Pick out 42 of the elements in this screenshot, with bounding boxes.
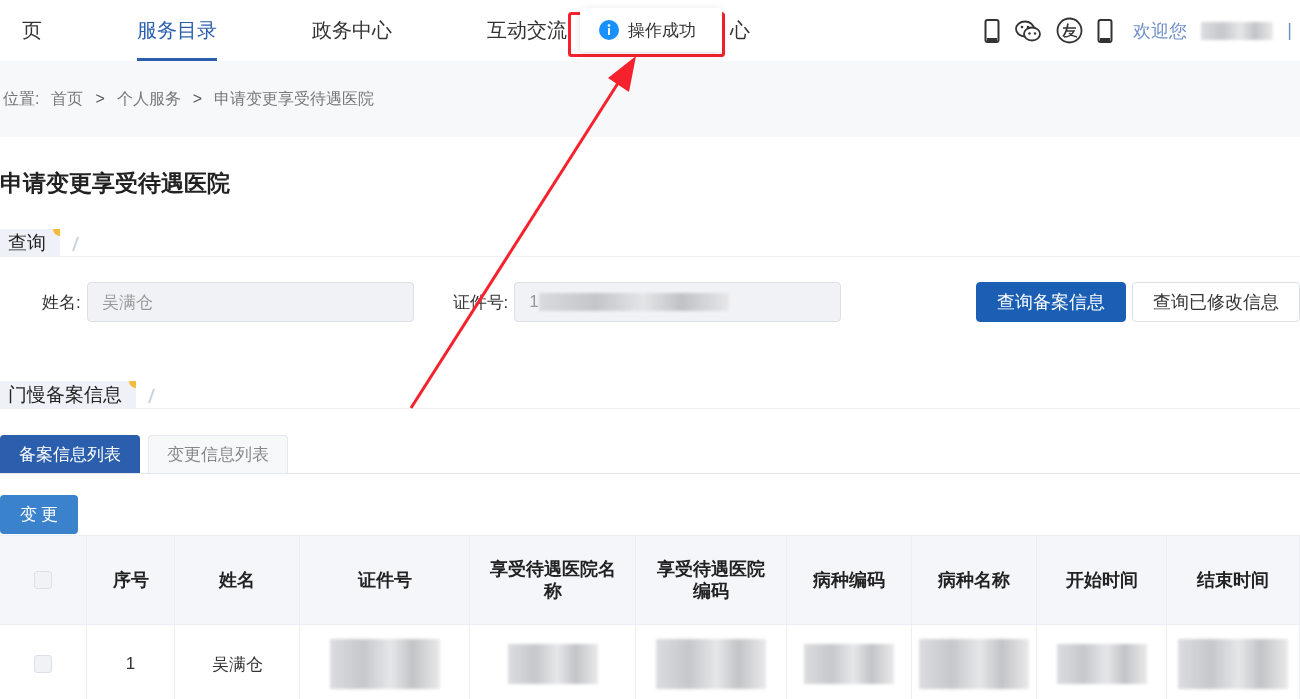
column-header: 病种编码 (813, 569, 885, 591)
nav-item[interactable]: 互动交流 (487, 0, 567, 61)
table-cell-text: 吴满仓 (211, 653, 263, 676)
chat-bubbles-icon[interactable] (1014, 18, 1043, 43)
column-header: 序号 (112, 569, 149, 591)
field-label: 姓名: (42, 291, 81, 314)
query-button[interactable]: 查询已修改信息 (1132, 282, 1300, 322)
section-heading: 查询 (0, 229, 60, 256)
checkbox[interactable] (34, 571, 52, 589)
breadcrumb-link[interactable]: 个人服务 (116, 88, 181, 110)
checkbox[interactable] (34, 655, 52, 673)
section-heading: 门慢备案信息 (0, 381, 136, 408)
column-header: 结束时间 (1197, 569, 1269, 591)
column-header: 享受待遇医院编码 (656, 558, 766, 602)
breadcrumb-link[interactable]: 申请变更享受待遇医院 (214, 88, 375, 110)
phone-icon[interactable] (984, 18, 1001, 43)
column-header: 证件号 (357, 569, 412, 591)
column-header: 姓名 (219, 569, 255, 591)
nav-item[interactable]: 心 (730, 0, 750, 61)
info-icon (599, 20, 619, 40)
column-header: 享受待遇医院名称 (488, 558, 617, 602)
nav-item[interactable]: 页 (22, 0, 42, 61)
breadcrumb-separator: > (95, 90, 105, 108)
breadcrumb-separator: > (192, 90, 203, 108)
column-header: 病种名称 (938, 569, 1010, 591)
query-button[interactable]: 查询备案信息 (976, 282, 1126, 322)
slash-icon (72, 236, 79, 252)
breadcrumb-link[interactable]: 首页 (51, 88, 84, 110)
change-button[interactable]: 变 更 (0, 495, 78, 534)
separator-text: | (1287, 20, 1292, 41)
toast-text: 操作成功 (628, 19, 696, 42)
circle-glyph-icon[interactable] (1056, 17, 1084, 44)
slash-icon (148, 388, 155, 404)
table-cell: 1 (125, 654, 136, 674)
phone-icon[interactable] (1097, 18, 1114, 43)
tab[interactable]: 变更信息列表 (148, 435, 288, 473)
welcome-text: 欢迎您 (1133, 19, 1188, 43)
nav-item[interactable]: 政务中心 (312, 0, 392, 61)
column-header: 开始时间 (1065, 569, 1138, 591)
page-title: 申请变更享受待遇医院 (0, 169, 231, 197)
tab[interactable]: 备案信息列表 (0, 435, 140, 473)
breadcrumb-prefix: 位置: (3, 88, 40, 109)
